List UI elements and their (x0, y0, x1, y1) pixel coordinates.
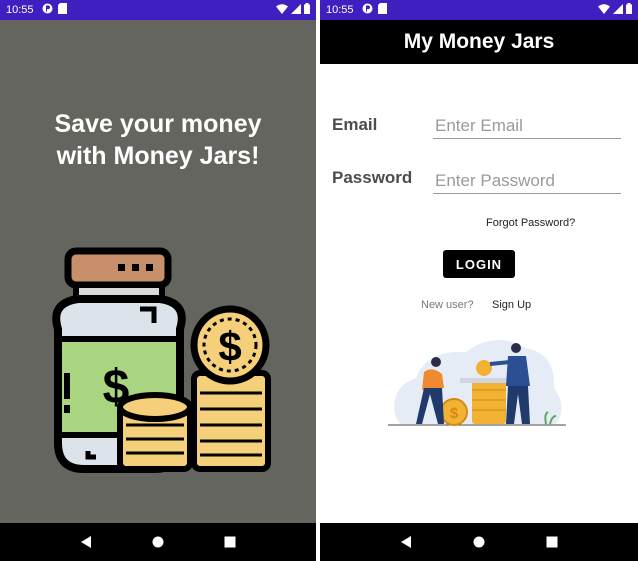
email-label: Email (332, 115, 378, 134)
home-button[interactable] (467, 530, 491, 554)
forgot-password-link[interactable]: Forgot Password? (486, 217, 575, 229)
notification-p-icon (362, 3, 373, 17)
status-bar: 10:55 (320, 0, 638, 20)
money-jar-icon: $ $ (52, 247, 271, 473)
back-triangle-icon (81, 536, 91, 548)
password-label: Password (332, 168, 413, 187)
login-button[interactable]: LOGIN (443, 250, 515, 278)
battery-icon (304, 3, 310, 17)
back-button[interactable] (74, 530, 98, 554)
status-bar: 10:55 (0, 0, 316, 20)
new-user-text: New user? (421, 299, 474, 311)
email-input[interactable] (433, 113, 621, 139)
signal-icon (613, 3, 623, 17)
home-button[interactable] (146, 530, 170, 554)
splash-screen: 10:55 Save your money with Money Jars! $… (0, 0, 316, 561)
home-circle-icon (152, 536, 164, 548)
recents-square-icon (546, 536, 558, 548)
login-screen: 10:55 My Money Jars Email Password Forgo… (320, 0, 638, 561)
home-circle-icon (473, 536, 485, 548)
sign-up-link[interactable]: Sign Up (492, 299, 531, 311)
splash-title: Save your money with Money Jars! (0, 108, 316, 172)
recents-button[interactable] (540, 530, 564, 554)
splash-title-line-2: with Money Jars! (56, 142, 260, 170)
back-triangle-icon (401, 536, 412, 548)
app-title: My Money Jars (403, 30, 555, 53)
svg-text:$: $ (450, 405, 459, 422)
wifi-icon (598, 3, 610, 17)
svg-text:$: $ (218, 323, 241, 370)
splash-title-line-1: Save your money (54, 110, 262, 138)
status-time: 10:55 (6, 4, 34, 16)
app-header: My Money Jars (320, 20, 638, 64)
sd-card-icon (57, 3, 67, 17)
notification-p-icon (42, 3, 53, 17)
sd-card-icon (377, 3, 387, 17)
wifi-icon (276, 3, 288, 17)
navigation-bar (0, 523, 316, 561)
status-time: 10:55 (326, 4, 354, 16)
people-saving-coins-illustration: $ (388, 339, 566, 426)
back-button[interactable] (394, 530, 418, 554)
password-input[interactable] (433, 168, 621, 194)
navigation-bar (320, 523, 638, 561)
recents-button[interactable] (218, 530, 242, 554)
battery-icon (626, 3, 632, 17)
recents-square-icon (224, 536, 236, 548)
signal-icon (291, 3, 301, 17)
